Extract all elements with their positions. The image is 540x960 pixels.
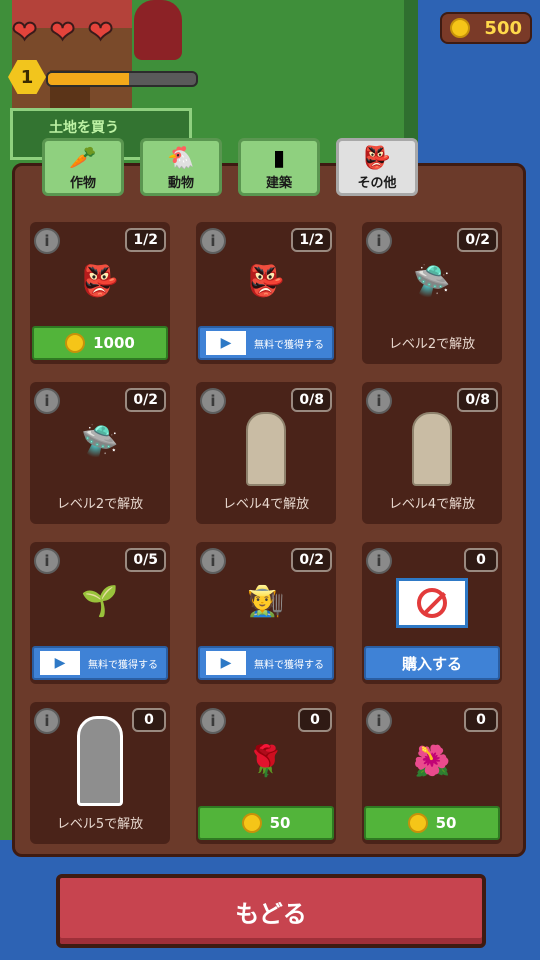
video-button-label: 無料で獲得する	[254, 659, 324, 671]
item-count-badge: 0/8	[291, 388, 332, 412]
price-label: 50	[435, 814, 457, 832]
xp-progress-bar	[46, 71, 198, 87]
shop-item-card[interactable]: i 0/2 🧑‍🌾 ▶ 無料で獲得する	[196, 542, 336, 684]
buy-land-label: 土地を買う	[49, 120, 119, 136]
item-count-badge: 0/8	[457, 388, 498, 412]
coin-icon	[450, 18, 470, 38]
watch-video-button[interactable]: ▶ 無料で獲得する	[198, 326, 334, 360]
health-hearts: ❤ ❤ ❤	[11, 15, 120, 50]
price-label: 50	[269, 814, 291, 832]
buy-with-coins-button[interactable]: 50	[198, 806, 334, 840]
no-ads-icon	[396, 578, 468, 628]
video-button-label: 無料で獲得する	[88, 659, 158, 671]
item-count-badge: 0	[132, 708, 166, 732]
coin-counter: 500	[440, 12, 532, 44]
shop-tabs: 🥕 作物 🐔 動物 ▮ 建築 👺 その他	[42, 138, 418, 196]
heart-icon: ❤	[87, 15, 114, 50]
video-button-label: 無料で獲得する	[254, 339, 324, 351]
tab-label: 建築	[265, 176, 292, 191]
info-button[interactable]: i	[34, 548, 60, 574]
video-play-icon: ▶	[206, 331, 246, 355]
coin-amount: 500	[484, 17, 522, 39]
unlock-requirement-label: レベル2で解放	[56, 497, 144, 512]
red-flower-icon: 🌹	[247, 744, 285, 779]
info-button[interactable]: i	[200, 548, 226, 574]
back-button[interactable]: もどる	[56, 874, 486, 948]
item-count-badge: 0	[464, 548, 498, 572]
item-count-badge: 0/2	[125, 388, 166, 412]
tab-label: 動物	[167, 176, 194, 191]
no-ads-symbol-icon	[417, 588, 447, 618]
item-count-badge: 0	[464, 708, 498, 732]
crop-icon: 🥕	[69, 146, 97, 171]
shop-item-card[interactable]: i 0/2 🛸 レベル2で解放	[362, 222, 502, 364]
shop-item-card[interactable]: i 0 🌹 50	[196, 702, 336, 844]
tab-animals[interactable]: 🐔 動物	[140, 138, 222, 196]
info-button[interactable]: i	[366, 708, 392, 734]
buy-with-coins-button[interactable]: 50	[364, 806, 500, 840]
goblin-icon: 👺	[247, 264, 285, 299]
info-button[interactable]: i	[366, 228, 392, 254]
item-count-badge: 1/2	[125, 228, 166, 252]
buy-with-coins-button[interactable]: 1000	[32, 326, 168, 360]
heart-icon: ❤	[49, 15, 76, 50]
shop-item-card[interactable]: i 0/8 レベル4で解放	[196, 382, 336, 524]
shop-item-card[interactable]: i 0/5 🌱 ▶ 無料で獲得する	[30, 542, 170, 684]
xp-progress-fill	[48, 73, 130, 85]
item-count-badge: 0/2	[291, 548, 332, 572]
tab-label: 作物	[69, 176, 96, 191]
item-count-badge: 0	[298, 708, 332, 732]
tab-other[interactable]: 👺 その他	[336, 138, 418, 196]
price-label: 1000	[93, 334, 135, 352]
shop-item-card[interactable]: i 1/2 👺 ▶ 無料で獲得する	[196, 222, 336, 364]
info-button[interactable]: i	[200, 708, 226, 734]
gravestone-icon	[77, 716, 123, 806]
info-button[interactable]: i	[200, 228, 226, 254]
coin-icon	[65, 333, 86, 353]
shop-item-card[interactable]: i 1/2 👺 1000	[30, 222, 170, 364]
coin-icon	[407, 813, 428, 833]
coin-icon	[241, 813, 262, 833]
info-button[interactable]: i	[366, 548, 392, 574]
shop-item-card[interactable]: i 0/2 🛸 レベル2で解放	[30, 382, 170, 524]
building-icon: ▮	[272, 146, 286, 171]
shop-item-card[interactable]: i 0 🌺 50	[362, 702, 502, 844]
drone-icon: 🛸	[81, 424, 119, 459]
watch-video-button[interactable]: ▶ 無料で獲得する	[198, 646, 334, 680]
shop-item-card[interactable]: i 0 購入する	[362, 542, 502, 684]
info-button[interactable]: i	[34, 388, 60, 414]
statue-icon	[412, 412, 452, 486]
tab-crops[interactable]: 🥕 作物	[42, 138, 124, 196]
shop-item-card[interactable]: i 0/8 レベル4で解放	[362, 382, 502, 524]
item-count-badge: 0/2	[457, 228, 498, 252]
shop-item-card[interactable]: i 0 レベル5で解放	[30, 702, 170, 844]
bird-of-paradise-icon: 🌺	[413, 744, 451, 779]
scarecrow-icon: 🧑‍🌾	[247, 584, 285, 619]
chicken-icon: 🐔	[167, 146, 195, 171]
info-button[interactable]: i	[366, 388, 392, 414]
goblin-icon: 👺	[363, 146, 391, 171]
sprout-icon: 🌱	[81, 584, 119, 619]
shop-item-grid: i 1/2 👺 1000 i 1/2 👺 ▶ 無料で獲得する i 0/2 🛸 レベル2で解放 i 0/2 🛸 レ…	[30, 222, 502, 844]
info-button[interactable]: i	[34, 708, 60, 734]
info-button[interactable]: i	[34, 228, 60, 254]
watch-video-button[interactable]: ▶ 無料で獲得する	[32, 646, 168, 680]
unlock-requirement-label: レベル2で解放	[388, 337, 476, 352]
tree	[134, 0, 182, 60]
tab-buildings[interactable]: ▮ 建築	[238, 138, 320, 196]
info-button[interactable]: i	[200, 388, 226, 414]
item-count-badge: 0/5	[125, 548, 166, 572]
unlock-requirement-label: レベル5で解放	[56, 817, 144, 832]
statue-icon	[246, 412, 286, 486]
video-play-icon: ▶	[206, 651, 246, 675]
drone-icon: 🛸	[413, 264, 451, 299]
unlock-requirement-label: レベル4で解放	[388, 497, 476, 512]
unlock-requirement-label: レベル4で解放	[222, 497, 310, 512]
purchase-button[interactable]: 購入する	[364, 646, 500, 680]
heart-icon: ❤	[11, 15, 38, 50]
tab-label: その他	[357, 176, 397, 191]
item-count-badge: 1/2	[291, 228, 332, 252]
goblin-icon: 👺	[81, 264, 119, 299]
video-play-icon: ▶	[40, 651, 80, 675]
